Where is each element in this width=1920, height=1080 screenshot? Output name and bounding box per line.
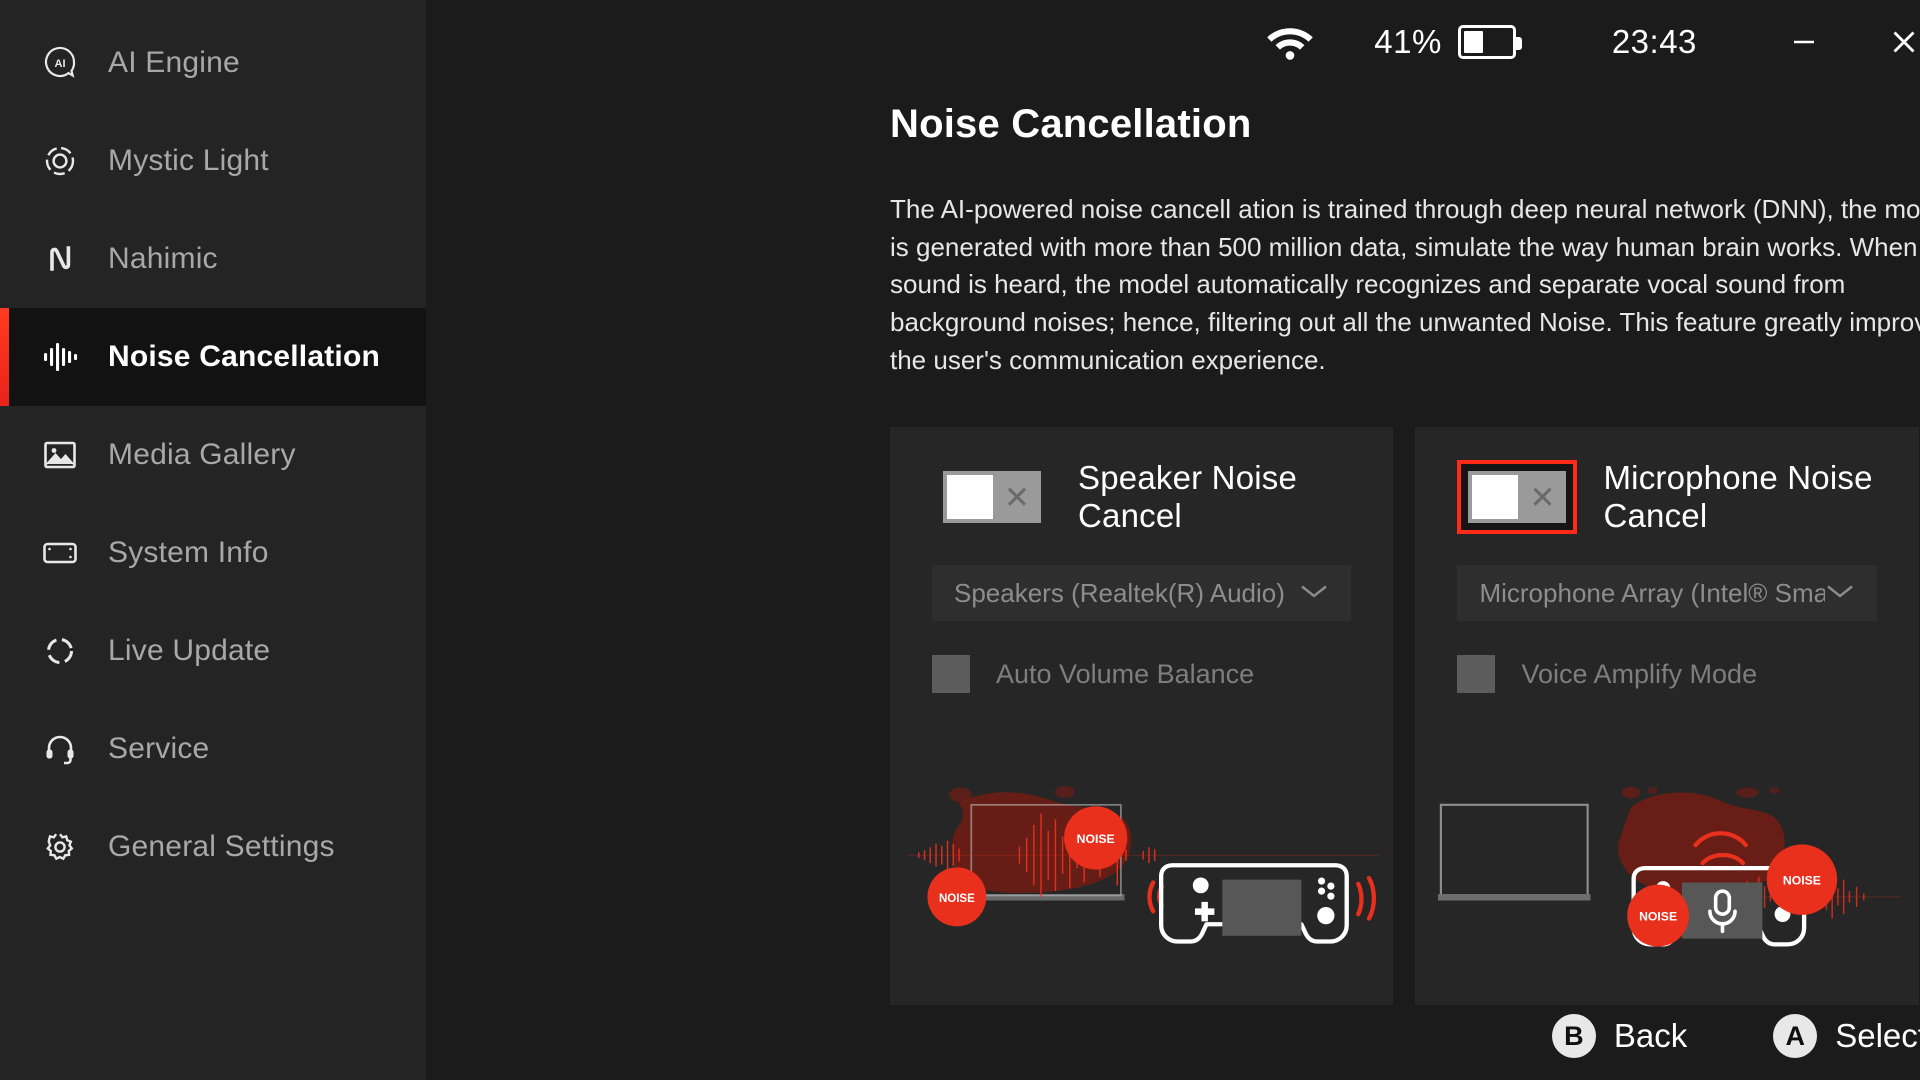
- sidebar-item-nahimic[interactable]: Nahimic: [0, 210, 426, 308]
- titlebar: 41% 23:43: [426, 0, 1920, 84]
- speaker-device-value: Speakers (Realtek(R) Audio): [954, 577, 1285, 608]
- back-button[interactable]: B Back: [1551, 1014, 1688, 1058]
- close-button[interactable]: [1873, 11, 1920, 73]
- toggle-off-icon: ✕: [1529, 479, 1556, 515]
- mystic-light-icon: [40, 141, 80, 181]
- footer-hints: B Back A Select: [1551, 1014, 1920, 1058]
- auto-volume-balance-label: Auto Volume Balance: [996, 658, 1255, 689]
- sidebar-item-ai-engine[interactable]: AI AI Engine: [0, 14, 426, 112]
- toggle-knob: [947, 475, 993, 520]
- battery-indicator: 41%: [1374, 23, 1522, 61]
- sidebar-item-mystic-light[interactable]: Mystic Light: [0, 112, 426, 210]
- battery-percent-label: 41%: [1374, 23, 1442, 60]
- wifi-icon: [1266, 23, 1314, 61]
- gear-icon: [40, 827, 80, 867]
- microphone-panel-header: ✕ Microphone Noise Cancel: [1415, 427, 1918, 535]
- sidebar-item-label: Media Gallery: [108, 438, 296, 471]
- svg-text:NOISE: NOISE: [1783, 874, 1821, 888]
- sidebar-item-label: Mystic Light: [108, 144, 269, 177]
- content-area: Noise Cancellation The AI-powered noise …: [426, 102, 1920, 1006]
- auto-volume-balance-checkbox[interactable]: [932, 655, 970, 694]
- svg-text:AI: AI: [55, 58, 66, 70]
- sidebar-item-media-gallery[interactable]: Media Gallery: [0, 406, 426, 504]
- sidebar-item-noise-cancellation[interactable]: Noise Cancellation: [0, 308, 426, 406]
- sidebar-item-label: Noise Cancellation: [108, 340, 381, 373]
- microphone-noise-illustration: NOISE NOISE: [1415, 737, 1918, 1005]
- microphone-toggle-focus-ring: ✕: [1457, 460, 1578, 535]
- ai-engine-icon: AI: [40, 43, 80, 83]
- microphone-noise-cancel-toggle[interactable]: ✕: [1468, 471, 1567, 524]
- svg-text:NOISE: NOISE: [939, 893, 975, 905]
- svg-text:NOISE: NOISE: [1640, 910, 1678, 924]
- toggle-off-icon: ✕: [1004, 479, 1030, 515]
- select-label: Select: [1835, 1017, 1920, 1054]
- b-button-icon: B: [1551, 1014, 1596, 1058]
- panel-row: ✕ Speaker Noise Cancel Speakers (Realtek…: [890, 427, 1920, 1006]
- feature-description: The AI-powered noise cancell ation is tr…: [890, 194, 1920, 375]
- sidebar-item-label: System Info: [108, 536, 269, 569]
- sidebar-item-system-info[interactable]: System Info: [0, 504, 426, 602]
- back-label: Back: [1613, 1017, 1688, 1054]
- chevron-down-icon: [1299, 582, 1329, 605]
- live-update-icon: [40, 631, 80, 671]
- sidebar-item-label: AI Engine: [108, 46, 240, 79]
- battery-icon: [1457, 25, 1522, 59]
- system-info-icon: [40, 533, 80, 573]
- microphone-noise-cancel-panel: ✕ Microphone Noise Cancel Microphone Arr…: [1415, 427, 1919, 1006]
- clock: 23:43: [1611, 23, 1697, 60]
- speaker-noise-cancel-panel: ✕ Speaker Noise Cancel Speakers (Realtek…: [890, 427, 1394, 1006]
- page-title: Noise Cancellation: [890, 102, 1252, 146]
- microphone-device-value: Microphone Array (Intel® Smart Sou…: [1479, 577, 1825, 608]
- svg-text:NOISE: NOISE: [1077, 832, 1115, 846]
- media-gallery-icon: [40, 435, 80, 475]
- service-headset-icon: [40, 729, 80, 769]
- toggle-knob: [1472, 475, 1519, 520]
- nahimic-icon: [40, 239, 80, 279]
- auto-volume-balance-row[interactable]: Auto Volume Balance: [932, 655, 1393, 694]
- voice-amplify-mode-row[interactable]: Voice Amplify Mode: [1457, 655, 1918, 694]
- a-button-icon: A: [1773, 1014, 1818, 1058]
- noise-cancellation-icon: [40, 337, 80, 377]
- sidebar-item-general-settings[interactable]: General Settings: [0, 798, 426, 896]
- sidebar-item-label: Live Update: [108, 634, 271, 667]
- chevron-down-icon: [1825, 582, 1855, 605]
- minimize-button[interactable]: [1773, 11, 1835, 73]
- speaker-noise-cancel-toggle[interactable]: ✕: [943, 471, 1041, 524]
- battery-fill: [1463, 31, 1483, 53]
- sidebar-item-label: General Settings: [108, 830, 335, 863]
- voice-amplify-mode-label: Voice Amplify Mode: [1521, 658, 1758, 689]
- main-content: 41% 23:43 Noise Cancellation The AI-powe…: [426, 0, 1920, 1080]
- speaker-device-dropdown[interactable]: Speakers (Realtek(R) Audio): [932, 565, 1352, 622]
- sidebar-item-label: Nahimic: [108, 242, 218, 275]
- sidebar-item-live-update[interactable]: Live Update: [0, 602, 426, 700]
- speaker-noise-illustration: NOISE NOISE: [890, 737, 1393, 1005]
- select-button[interactable]: A Select: [1773, 1014, 1920, 1058]
- microphone-device-dropdown[interactable]: Microphone Array (Intel® Smart Sou…: [1457, 565, 1877, 622]
- sidebar-item-label: Service: [108, 732, 210, 765]
- speaker-panel-title: Speaker Noise Cancel: [1078, 459, 1298, 535]
- sidebar-item-service[interactable]: Service: [0, 700, 426, 798]
- nahimic-control-center-window: AI AI Engine Mystic Light Nahimic Noise …: [0, 0, 1920, 1080]
- speaker-toggle-wrapper: ✕: [932, 460, 1052, 534]
- microphone-panel-title: Microphone Noise Cancel: [1603, 459, 1873, 535]
- sidebar: AI AI Engine Mystic Light Nahimic Noise …: [0, 0, 426, 1080]
- speaker-panel-header: ✕ Speaker Noise Cancel: [890, 427, 1393, 535]
- voice-amplify-mode-checkbox[interactable]: [1457, 655, 1496, 694]
